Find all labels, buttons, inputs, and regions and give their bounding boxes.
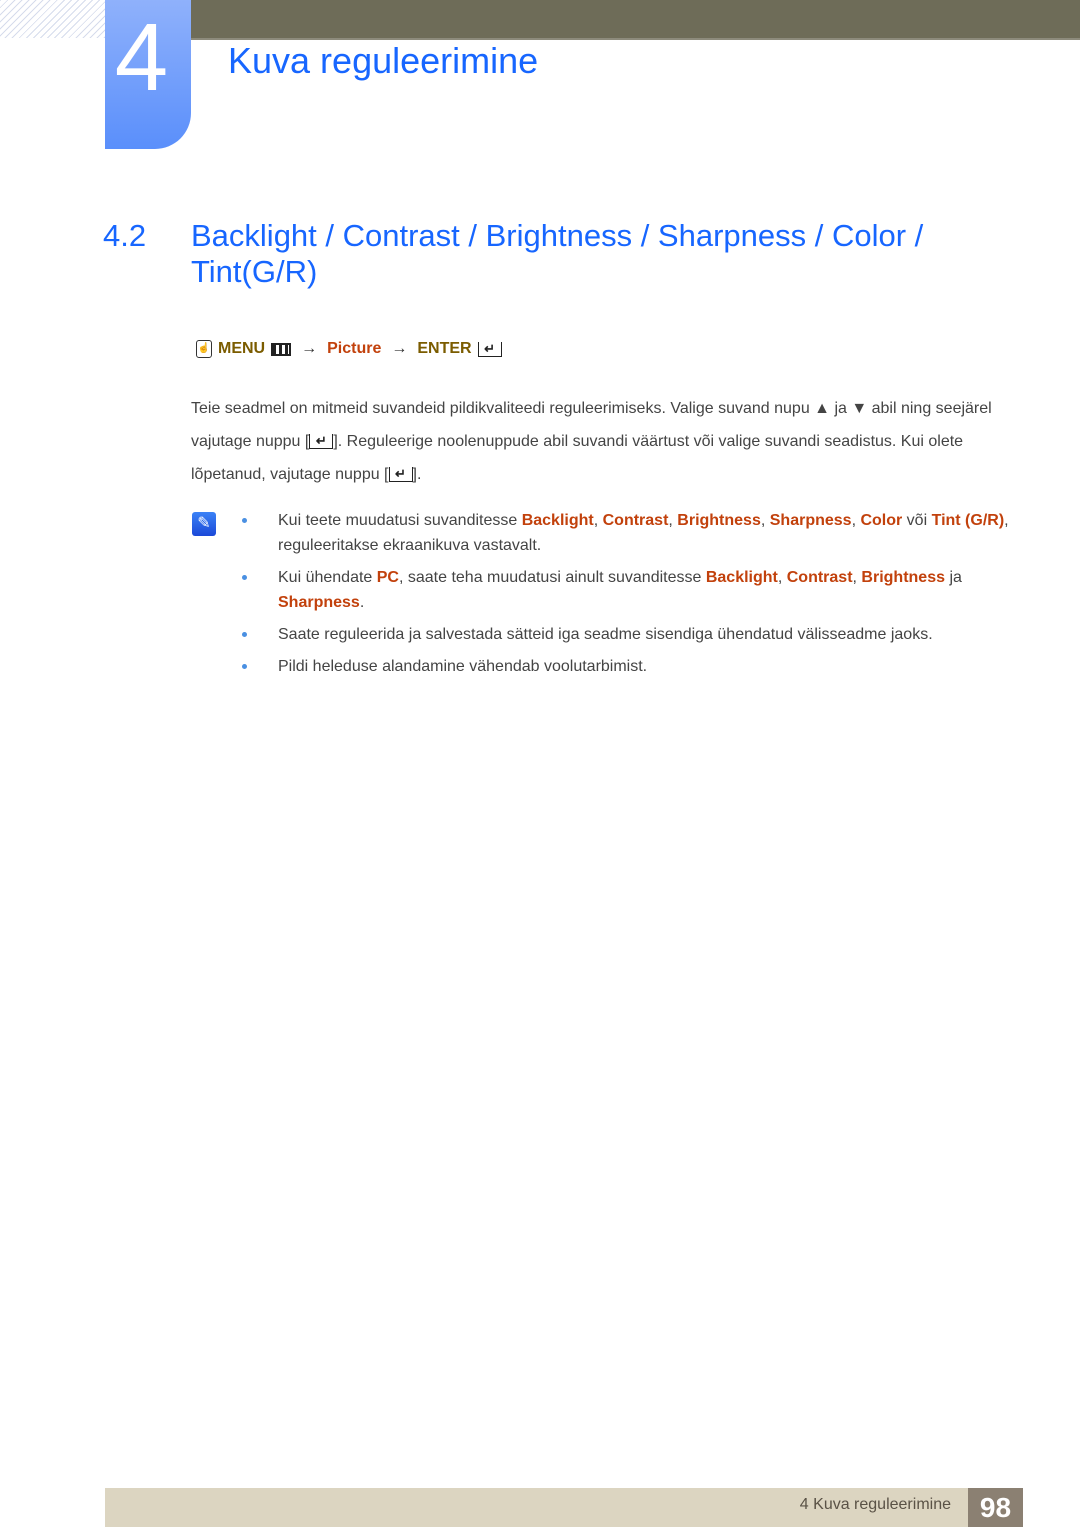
note-text: , saate teha muudatusi ainult suvandites… [398,569,706,586]
option-name: Color [860,512,903,529]
bullet-icon [242,632,247,637]
paragraph-text: ]. [412,466,422,483]
intro-paragraph: Teie seadmel on mitmeid suvandeid pildik… [191,392,1021,491]
option-name: Sharpness [278,594,360,611]
menu-label: MENU [218,340,266,357]
option-name: Contrast [602,512,669,529]
option-name: PC [376,569,399,586]
note-pencil-icon: ✎ [192,512,216,536]
notes-list: Kui teete muudatusi suvanditesse Backlig… [240,508,1020,686]
section-number: 4.2 [103,218,147,253]
note-text: Kui ühendate [278,569,377,586]
option-name: Sharpness [769,512,852,529]
bullet-icon [242,575,247,580]
option-name: Brightness [861,569,945,586]
header-bar [190,0,1080,40]
bullet-icon [242,518,247,523]
option-name: Contrast [786,569,853,586]
page-number: 98 [968,1488,1023,1527]
note-text: Saate reguleerida ja salvestada sätteid … [278,626,933,643]
chapter-number: 4 [114,4,169,111]
note-text: ja [945,569,962,586]
option-name: Brightness [677,512,761,529]
enter-icon: ↵ [309,434,334,450]
list-item: Kui ühendate PC, saate teha muudatusi ai… [240,565,1020,615]
chapter-number-badge: 4 [105,0,191,149]
menu-path: ☝ MENU → Picture → ENTER ↵ [196,340,502,358]
list-item: Pildi heleduse alandamine vähendab voolu… [240,654,1020,679]
note-text: , [668,512,678,529]
note-text: . [359,594,365,611]
enter-label: ENTER [417,340,472,357]
enter-icon: ↵ [477,341,502,357]
list-item: Kui teete muudatusi suvanditesse Backlig… [240,508,1020,558]
note-text: või [902,512,932,529]
picture-label: Picture [327,340,382,357]
footer-chapter-label: 4 Kuva reguleerimine [799,1496,951,1513]
option-name: Backlight [521,512,594,529]
note-text: Kui teete muudatusi suvanditesse [278,512,522,529]
enter-icon: ↵ [388,467,413,483]
arrow-icon: → [391,340,408,357]
section-title: Backlight / Contrast / Brightness / Shar… [191,218,924,289]
header-hatch-pattern [0,0,105,38]
note-text: , [593,512,603,529]
remote-hand-icon: ☝ [196,340,212,358]
note-text: Pildi heleduse alandamine vähendab voolu… [278,658,648,675]
option-name: Tint (G/R) [931,512,1005,529]
note-text: , [760,512,770,529]
arrow-icon: → [301,340,318,357]
bullet-icon [242,664,247,669]
page-footer: 4 Kuva reguleerimine 98 [105,1488,1023,1527]
list-item: Saate reguleerida ja salvestada sätteid … [240,622,1020,647]
option-name: Backlight [705,569,778,586]
note-text: , [777,569,787,586]
menu-button-icon [271,342,292,356]
chapter-title: Kuva reguleerimine [228,40,539,81]
